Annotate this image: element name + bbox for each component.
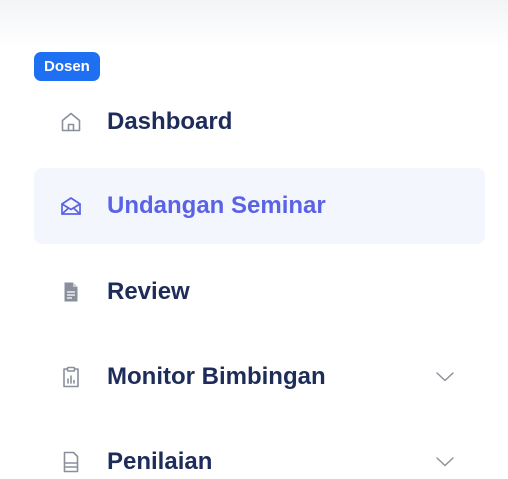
document-icon [59,280,83,304]
sidebar-item-label: Dashboard [107,108,233,135]
file-lines-icon [59,450,83,474]
sidebar-item-label: Undangan Seminar [107,192,326,219]
section-badge: Dosen [34,52,100,81]
clipboard-chart-icon [59,365,83,389]
sidebar-item-undangan-seminar[interactable]: Undangan Seminar [34,168,485,244]
sidebar-item-label: Monitor Bimbingan [107,363,326,390]
sidebar-item-dashboard[interactable]: Dashboard [34,84,485,160]
chevron-down-icon[interactable] [433,365,457,389]
sidebar-item-label: Review [107,278,190,305]
sidebar-panel: Dosen Dashboard Undangan Seminar Review … [0,0,508,479]
chevron-down-icon[interactable] [433,450,457,474]
sidebar-item-review[interactable]: Review [34,254,485,330]
envelope-icon [59,194,83,218]
sidebar-item-monitor-bimbingan[interactable]: Monitor Bimbingan [34,339,485,415]
sidebar-item-label: Penilaian [107,448,213,475]
top-shadow [0,0,508,48]
home-icon [59,110,83,134]
sidebar-item-penilaian[interactable]: Penilaian [34,424,485,479]
